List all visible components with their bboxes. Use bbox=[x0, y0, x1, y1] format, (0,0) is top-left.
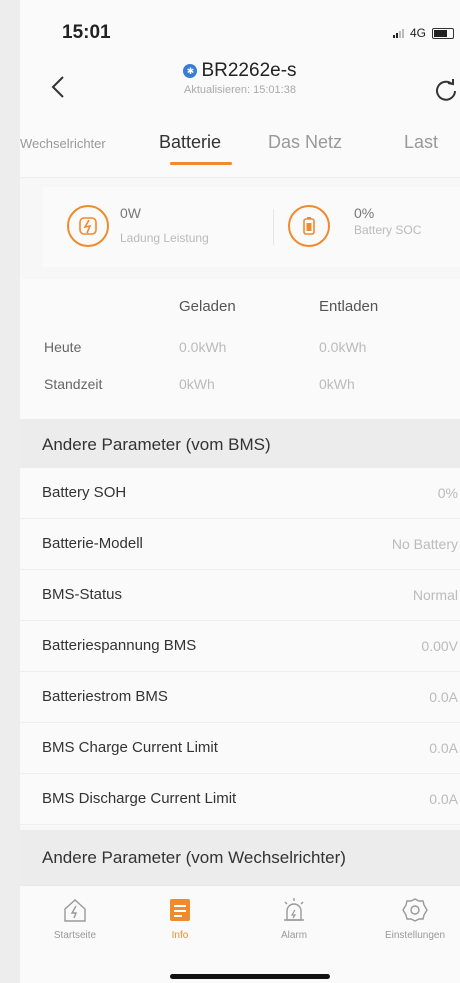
param-value: No Battery bbox=[391, 536, 458, 552]
inverter-section-header: Andere Parameter (vom Wechselrichter) bbox=[20, 830, 460, 885]
param-row-charge-limit: BMS Charge Current Limit 0.0A bbox=[20, 723, 460, 774]
status-indicators: 4G bbox=[392, 26, 454, 40]
param-row-battery-voltage: Batteriespannung BMS 0.00V bbox=[20, 621, 460, 672]
nav-label: Info bbox=[171, 930, 189, 941]
nav-startseite[interactable]: Startseite bbox=[30, 896, 120, 941]
param-label: Batteriestrom BMS bbox=[42, 688, 168, 705]
nav-label: Startseite bbox=[53, 930, 97, 941]
device-name: BR2262e-s bbox=[201, 60, 297, 81]
today-discharged: 0.0kWh bbox=[319, 339, 367, 355]
lightning-icon bbox=[67, 205, 109, 247]
nav-info[interactable]: Info bbox=[135, 896, 225, 941]
app-header: ✱ BR2262e-s Aktualisieren: 15:01:38 bbox=[20, 58, 460, 118]
network-label: 4G bbox=[409, 26, 426, 40]
battery-soc-label: Battery SOC bbox=[354, 223, 422, 237]
update-time: Aktualisieren: 15:01:38 bbox=[184, 84, 296, 96]
energy-stats-table: Geladen Entladen Heute 0.0kWh 0.0kWh Sta… bbox=[20, 279, 460, 419]
nav-label: Einstellungen bbox=[384, 930, 446, 941]
home-icon bbox=[64, 899, 86, 922]
lifetime-charged: 0kWh bbox=[179, 376, 215, 392]
home-indicator bbox=[170, 974, 330, 979]
nav-label: Alarm bbox=[280, 930, 308, 941]
status-bar: 15:01 4G bbox=[20, 0, 460, 58]
bottom-navigation: Startseite Info Alarm Einstellungen bbox=[20, 885, 460, 983]
charge-power-value: 0W bbox=[120, 205, 141, 221]
row-label-lifetime: Standzeit bbox=[44, 376, 103, 392]
param-label: Battery SOH bbox=[42, 484, 127, 501]
tab-bar: Wechselrichter Batterie Das Netz Last bbox=[20, 118, 460, 178]
nav-alarm[interactable]: Alarm bbox=[249, 896, 339, 941]
today-charged: 0.0kWh bbox=[179, 339, 227, 355]
battery-soc-value: 0% bbox=[354, 205, 375, 221]
param-value: 0.0A bbox=[429, 740, 458, 756]
param-label: Batteriespannung BMS bbox=[42, 637, 197, 654]
refresh-icon[interactable] bbox=[432, 76, 460, 104]
param-value: 0.00V bbox=[421, 638, 458, 654]
column-header-charged: Geladen bbox=[179, 298, 236, 315]
bluetooth-icon: ✱ bbox=[183, 64, 198, 78]
battery-status-icon bbox=[432, 27, 454, 39]
battery-summary-card: 0W Ladung Leistung 0% Battery SOC bbox=[43, 187, 460, 267]
row-label-today: Heute bbox=[44, 339, 82, 355]
tab-wechselrichter[interactable]: Wechselrichter bbox=[20, 136, 106, 151]
summary-divider bbox=[273, 209, 274, 245]
battery-icon bbox=[288, 205, 330, 247]
tab-last[interactable]: Last bbox=[404, 132, 438, 153]
param-value: Normal bbox=[412, 587, 458, 603]
header-title: ✱ BR2262e-s Aktualisieren: 15:01:38 bbox=[20, 60, 460, 96]
nav-einstellungen[interactable]: Einstellungen bbox=[370, 896, 460, 941]
status-time: 15:01 bbox=[62, 22, 111, 43]
param-row-battery-current: Batteriestrom BMS 0.0A bbox=[20, 672, 460, 723]
tab-batterie[interactable]: Batterie bbox=[159, 132, 221, 153]
app-screen: 15:01 4G ✱ BR2262e-s Aktualisieren: 15:0… bbox=[20, 0, 460, 983]
charge-power-label: Ladung Leistung bbox=[120, 231, 209, 245]
lifetime-discharged: 0kWh bbox=[319, 376, 355, 392]
gear-icon bbox=[402, 898, 428, 922]
param-row-battery-model: Batterie-Modell No Battery bbox=[20, 519, 460, 570]
tab-das-netz[interactable]: Das Netz bbox=[268, 132, 342, 153]
column-header-discharged: Entladen bbox=[319, 298, 379, 315]
param-label: BMS-Status bbox=[42, 586, 123, 603]
alarm-icon bbox=[284, 898, 304, 921]
param-label: BMS Charge Current Limit bbox=[42, 739, 218, 756]
bms-parameter-list: Battery SOH 0% Batterie-Modell No Batter… bbox=[20, 468, 460, 825]
param-row-discharge-limit: BMS Discharge Current Limit 0.0A bbox=[20, 774, 460, 825]
param-value: 0% bbox=[437, 485, 458, 501]
active-tab-indicator bbox=[170, 162, 232, 165]
signal-icon bbox=[392, 28, 404, 38]
bms-section-header: Andere Parameter (vom BMS) bbox=[20, 419, 460, 471]
param-row-bms-status: BMS-Status Normal bbox=[20, 570, 460, 621]
param-row-soh: Battery SOH 0% bbox=[20, 468, 460, 519]
param-value: 0.0A bbox=[429, 689, 458, 705]
param-label: BMS Discharge Current Limit bbox=[42, 790, 237, 807]
param-label: Batterie-Modell bbox=[42, 535, 143, 552]
info-list-icon bbox=[170, 899, 190, 921]
param-value: 0.0A bbox=[429, 791, 458, 807]
